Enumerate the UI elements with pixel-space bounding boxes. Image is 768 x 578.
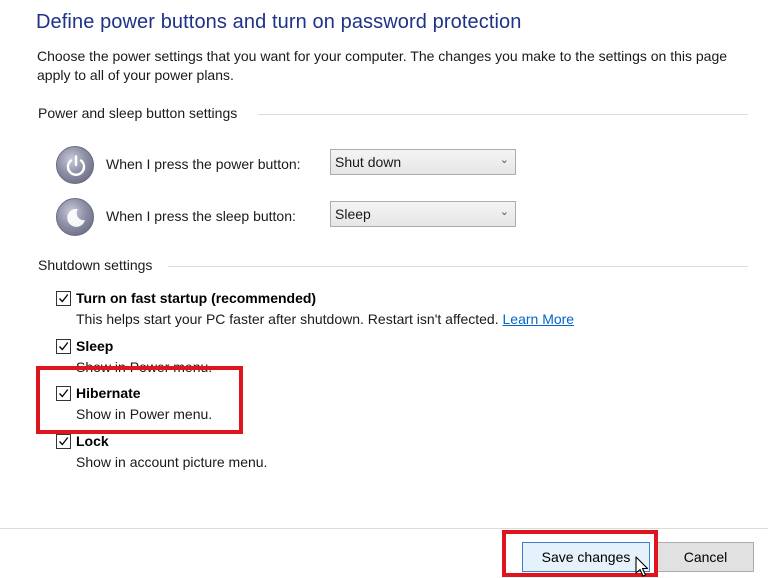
fast-startup-label: Turn on fast startup (recommended)	[76, 290, 317, 306]
chevron-down-icon: ⌄	[499, 206, 509, 218]
hibernate-highlight-box	[36, 366, 243, 434]
page-description: Choose the power settings that you want …	[37, 48, 728, 83]
fast-startup-checkbox[interactable]	[56, 291, 71, 306]
section-divider	[258, 114, 748, 115]
power-button-row: When I press the power button: Shut down…	[56, 146, 526, 186]
sleep-button-row: When I press the sleep button: Sleep ⌄	[56, 198, 526, 238]
mouse-cursor-icon	[635, 556, 649, 577]
fast-startup-description: This helps start your PC faster after sh…	[76, 311, 574, 327]
power-button-select-value: Shut down	[335, 154, 402, 170]
sleep-button-label: When I press the sleep button:	[106, 208, 296, 224]
power-section-heading: Power and sleep button settings	[38, 105, 238, 121]
sleep-button-select[interactable]: Sleep ⌄	[330, 201, 516, 227]
learn-more-link[interactable]: Learn More	[503, 311, 575, 327]
sleep-button-select-value: Sleep	[335, 206, 371, 222]
section-divider	[168, 266, 748, 267]
chevron-down-icon: ⌄	[499, 154, 509, 166]
lock-checkbox[interactable]	[56, 434, 71, 449]
sleep-icon	[56, 198, 94, 236]
sleep-checkbox[interactable]	[56, 339, 71, 354]
power-button-label: When I press the power button:	[106, 156, 301, 172]
lock-description: Show in account picture menu.	[76, 454, 268, 470]
cancel-button[interactable]: Cancel	[657, 542, 754, 572]
shutdown-section-heading: Shutdown settings	[38, 257, 153, 273]
power-button-select[interactable]: Shut down ⌄	[330, 149, 516, 175]
page-title: Define power buttons and turn on passwor…	[36, 11, 522, 33]
power-icon	[56, 146, 94, 184]
fast-startup-description-text: This helps start your PC faster after sh…	[76, 311, 499, 327]
sleep-label: Sleep	[76, 338, 114, 354]
lock-label: Lock	[76, 433, 109, 449]
footer-divider	[0, 528, 768, 529]
